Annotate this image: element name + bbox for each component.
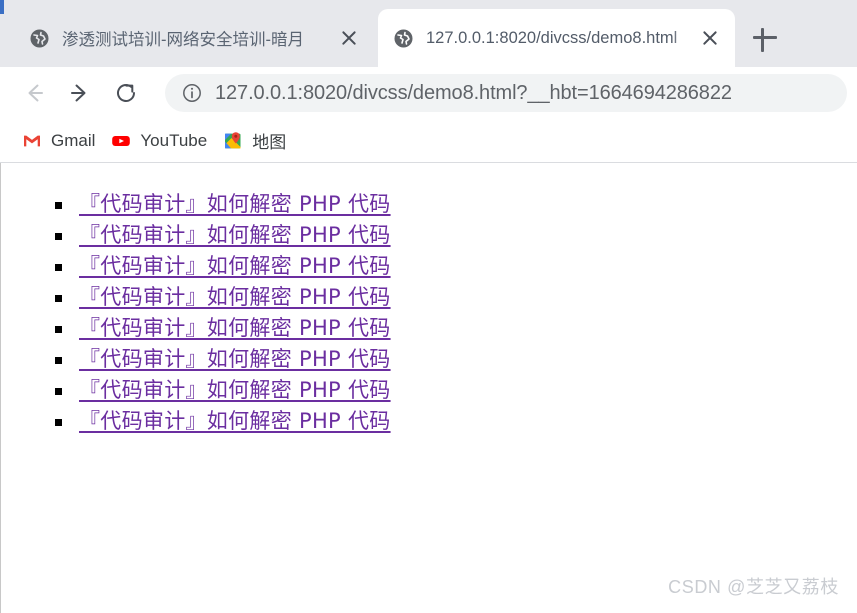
- address-bar[interactable]: 127.0.0.1:8020/divcss/demo8.html?__hbt=1…: [165, 74, 847, 112]
- arrow-right-icon: [71, 84, 86, 102]
- bookmark-label: YouTube: [140, 130, 208, 150]
- google-maps-icon: [223, 131, 243, 151]
- list-item: 『代码审计』如何解密 PHP 代码: [55, 344, 857, 375]
- window-accent-marker: [0, 0, 4, 14]
- close-icon[interactable]: [336, 25, 362, 51]
- list-item: 『代码审计』如何解密 PHP 代码: [55, 189, 857, 220]
- reload-button[interactable]: [106, 73, 146, 113]
- close-icon[interactable]: [697, 25, 723, 51]
- forward-button[interactable]: [60, 73, 100, 113]
- tab-inactive[interactable]: 渗透测试培训-网络安全培训-暗月: [14, 9, 374, 67]
- bookmark-maps[interactable]: 地图: [215, 126, 294, 156]
- list-item: 『代码审计』如何解密 PHP 代码: [55, 375, 857, 406]
- code-audit-link[interactable]: 『代码审计』如何解密 PHP 代码: [79, 254, 391, 278]
- list-item: 『代码审计』如何解密 PHP 代码: [55, 313, 857, 344]
- youtube-icon: [111, 131, 131, 151]
- arrow-left-icon: [28, 84, 43, 102]
- bookmarks-bar: Gmail YouTube 地图: [0, 119, 857, 163]
- bookmark-youtube[interactable]: YouTube: [103, 126, 215, 156]
- globe-icon: [394, 29, 413, 48]
- list-item: 『代码审计』如何解密 PHP 代码: [55, 406, 857, 437]
- list-item: 『代码审计』如何解密 PHP 代码: [55, 282, 857, 313]
- watermark: CSDN @芝芝又荔枝: [668, 577, 839, 597]
- site-info-icon[interactable]: [181, 82, 203, 104]
- browser-window: 渗透测试培训-网络安全培训-暗月 127.0.0.1:8020/divcss/d…: [0, 0, 857, 613]
- link-list: 『代码审计』如何解密 PHP 代码 『代码审计』如何解密 PHP 代码 『代码审…: [1, 163, 857, 437]
- bookmark-label: 地图: [252, 133, 287, 152]
- bookmark-gmail[interactable]: Gmail: [14, 126, 103, 156]
- tab-title: 127.0.0.1:8020/divcss/demo8.html: [426, 28, 678, 47]
- code-audit-link[interactable]: 『代码审计』如何解密 PHP 代码: [79, 347, 391, 371]
- address-bar-url: 127.0.0.1:8020/divcss/demo8.html?__hbt=1…: [215, 81, 732, 104]
- tab-active[interactable]: 127.0.0.1:8020/divcss/demo8.html: [378, 9, 735, 67]
- list-item: 『代码审计』如何解密 PHP 代码: [55, 220, 857, 251]
- gmail-icon: [22, 131, 42, 151]
- code-audit-link[interactable]: 『代码审计』如何解密 PHP 代码: [79, 223, 391, 247]
- globe-icon: [30, 29, 49, 48]
- code-audit-link[interactable]: 『代码审计』如何解密 PHP 代码: [79, 192, 391, 216]
- code-audit-link[interactable]: 『代码审计』如何解密 PHP 代码: [79, 378, 391, 402]
- reload-icon: [117, 84, 135, 102]
- tab-strip: 渗透测试培训-网络安全培训-暗月 127.0.0.1:8020/divcss/d…: [0, 0, 857, 67]
- tab-title: 渗透测试培训-网络安全培训-暗月: [62, 31, 304, 49]
- new-tab-button[interactable]: [750, 22, 780, 52]
- list-item: 『代码审计』如何解密 PHP 代码: [55, 251, 857, 282]
- code-audit-link[interactable]: 『代码审计』如何解密 PHP 代码: [79, 316, 391, 340]
- page-viewport: 『代码审计』如何解密 PHP 代码 『代码审计』如何解密 PHP 代码 『代码审…: [0, 163, 857, 613]
- code-audit-link[interactable]: 『代码审计』如何解密 PHP 代码: [79, 285, 391, 309]
- back-button[interactable]: [14, 73, 54, 113]
- bookmark-label: Gmail: [51, 130, 96, 150]
- code-audit-link[interactable]: 『代码审计』如何解密 PHP 代码: [79, 409, 391, 433]
